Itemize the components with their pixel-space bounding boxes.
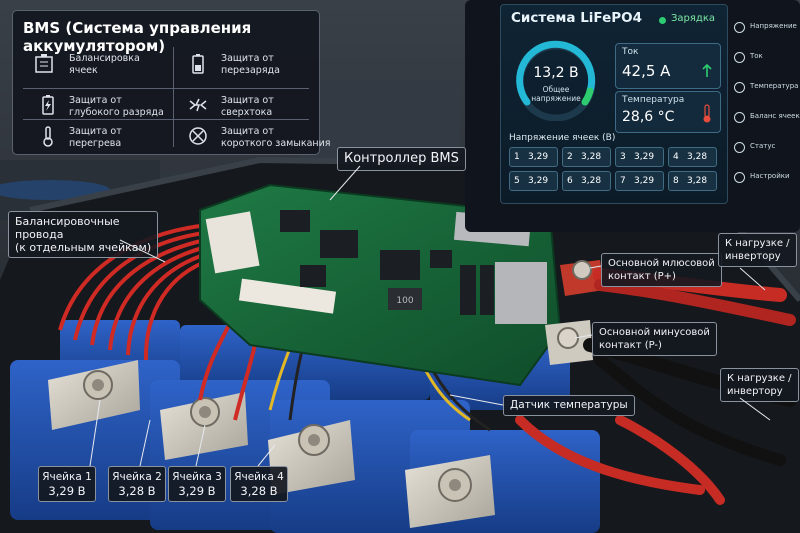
leader-lines bbox=[89, 165, 771, 467]
battery-bms-photo: 100 BMS (Система управления аккумуляторо… bbox=[0, 0, 800, 533]
